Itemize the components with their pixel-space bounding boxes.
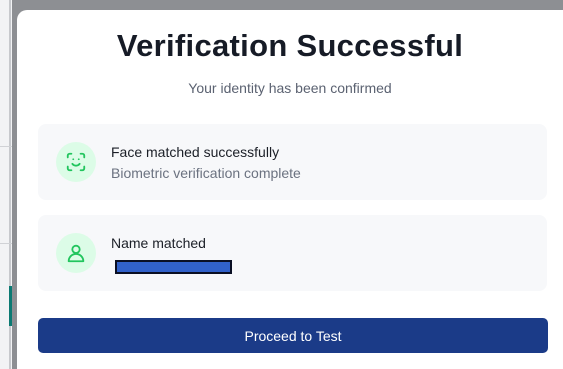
face-scan-icon: [56, 142, 96, 182]
user-icon: [56, 233, 96, 273]
background-page-edge: [0, 0, 12, 369]
background-divider: [0, 146, 12, 147]
redaction-box: [115, 260, 232, 274]
background-accent: [9, 286, 12, 326]
proceed-to-test-button[interactable]: Proceed to Test: [38, 318, 548, 353]
verification-modal: Verification Successful Your identity ha…: [17, 10, 563, 369]
name-match-title: Name matched: [111, 235, 206, 251]
face-match-title: Face matched successfully: [111, 144, 280, 160]
background-overlay: [12, 0, 563, 10]
modal-title: Verification Successful: [116, 28, 464, 63]
background-divider: [0, 243, 12, 244]
name-match-card: Name matched: [38, 215, 547, 291]
face-match-subtitle: Biometric verification complete: [111, 165, 301, 181]
modal-subtitle: Your identity has been confirmed: [188, 80, 392, 96]
face-match-card: Face matched successfully Biometric veri…: [38, 124, 547, 200]
